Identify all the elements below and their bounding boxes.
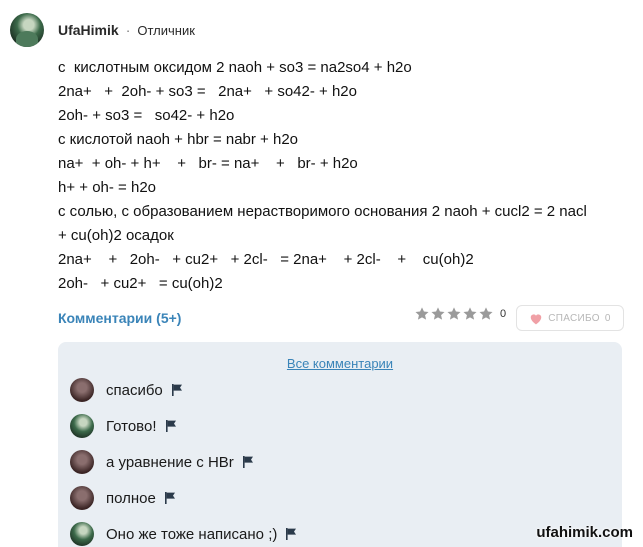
comment-avatar[interactable] [70,414,94,438]
answer-author: UfaHimik · Отличник [10,12,195,48]
comment-avatar[interactable] [70,450,94,474]
comment-text: Готово! [106,417,157,435]
answer-line: 2na+ + 2oh- + so3 = 2na+ + so42- + h2o [58,83,357,100]
author-avatar[interactable] [10,13,44,47]
comment-item: Готово! [70,412,177,440]
comment-avatar[interactable] [70,486,94,510]
comments-link[interactable]: Комментарии (5+) [58,310,181,326]
comment-item: а уравнение с HBr [70,448,254,476]
comment-text: Оно же тоже написано ;) [106,525,278,543]
answer-line: с кислотным оксидом 2 naoh + so3 = na2so… [58,59,412,76]
rating-count: 0 [500,308,507,320]
comment-item: спасибо [70,376,183,404]
star-icon[interactable] [430,306,446,322]
comment-text: а уравнение с HBr [106,453,234,471]
comment-item: Оно же тоже написано ;) [70,520,297,547]
heart-icon [529,312,543,325]
thanks-label: СПАСИБО [548,312,600,324]
star-icon[interactable] [478,306,494,322]
thanks-button[interactable]: СПАСИБО 0 [516,305,624,331]
answer-line: 2oh- + cu2+ = cu(oh)2 [58,275,223,292]
flag-icon[interactable] [242,456,254,468]
author-separator: · [125,22,131,38]
answer-line: 2na+ + 2oh- + cu2+ + 2cl- = 2na+ + 2cl- … [58,251,474,268]
star-icon[interactable] [446,306,462,322]
comment-avatar[interactable] [70,378,94,402]
flag-icon[interactable] [165,420,177,432]
answer-line: na+ + oh- + h+ + br- = na+ + br- + h2o [58,155,358,172]
comment-text: спасибо [106,381,163,399]
answer-body: с кислотным оксидом 2 naoh + so3 = na2so… [58,56,638,296]
answer-line: 2oh- + so3 = so42- + h2o [58,107,235,124]
comment-avatar[interactable] [70,522,94,546]
site-watermark: ufahimik.com [536,524,633,541]
star-icon[interactable] [462,306,478,322]
answer-actions: Комментарии (5+) 0 СПАСИБО 0 [58,305,624,331]
all-comments-link[interactable]: Все комментарии [58,356,622,371]
author-rank: Отличник [137,22,195,38]
author-name[interactable]: UfaHimik [58,22,119,38]
comment-item: полное [70,484,176,512]
answer-line: + cu(oh)2 осадок [58,227,174,244]
answer-line: с солью, с образованием нерастворимого о… [58,203,587,220]
star-icon[interactable] [414,306,430,322]
answer-line: h+ + oh- = h2o [58,179,156,196]
comments-panel: Все комментарии спасибо Готово! а уравне… [58,342,622,547]
flag-icon[interactable] [285,528,297,540]
flag-icon[interactable] [164,492,176,504]
flag-icon[interactable] [171,384,183,396]
answer-line: с кислотой naoh + hbr = nabr + h2o [58,131,299,148]
rating-stars: 0 [414,306,506,322]
comment-text: полное [106,489,156,507]
thanks-count: 0 [604,312,611,324]
